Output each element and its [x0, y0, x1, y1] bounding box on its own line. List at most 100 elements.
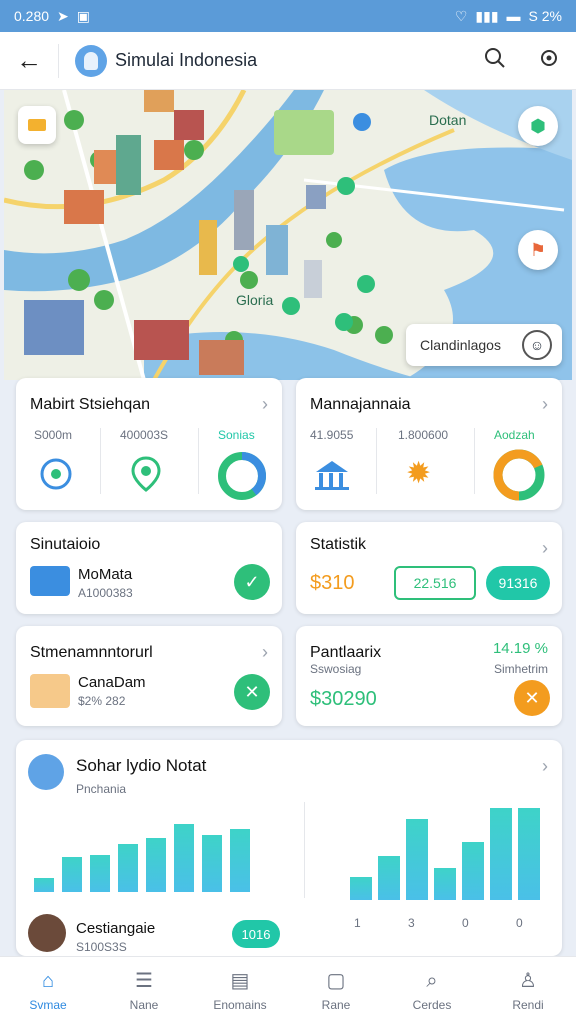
card-pantlaarix[interactable]: Pantlaarix 14.19 % Sswosiag Simhetrim $3…: [296, 626, 562, 726]
nav-item-profile[interactable]: ♙ Rendi: [480, 957, 576, 1024]
nav-item-home[interactable]: ⌂ Svmae: [0, 957, 96, 1024]
nav-item-search[interactable]: ⌕ Cerdes: [384, 957, 480, 1024]
check-icon: ✓: [244, 571, 260, 592]
search-button[interactable]: [468, 47, 522, 75]
nav-label: Enomains: [213, 997, 267, 1012]
card-title: Stmenamnntorurl: [30, 644, 153, 661]
card-title: Sinutaioio: [30, 536, 101, 553]
shield-icon: ♡: [454, 7, 468, 24]
chart-bar: [146, 838, 166, 892]
wallet-icon: [30, 566, 70, 596]
search-icon: ⌕: [426, 969, 438, 992]
map-view[interactable]: Dotan Gloria ⬢ ⚑ Clandinlagos ☺: [4, 90, 572, 380]
app-bar: ← Simulai Indonesia: [0, 32, 576, 90]
stat-value: S000m: [34, 428, 73, 442]
chart-bar: [62, 857, 82, 892]
chart-bar: [90, 855, 110, 892]
app-avatar: [75, 44, 107, 77]
target-icon: [40, 458, 72, 490]
profile-badge[interactable]: 1016: [232, 920, 280, 948]
status-battery: S 2%: [528, 8, 562, 24]
map-marker-button[interactable]: ⚑: [518, 230, 558, 270]
divider: [474, 428, 475, 494]
item-title: MoMata: [78, 566, 133, 583]
percent-value: 14.19 %: [492, 640, 548, 657]
card-sohar[interactable]: Sohar lydio Notat Pnchania › 1 3 0 0 Cestia…: [16, 740, 562, 956]
x-tick-label: 0: [462, 916, 469, 930]
nav-label: Cerdes: [412, 997, 452, 1012]
nav-label: Rendi: [512, 997, 544, 1012]
divider: [304, 802, 305, 898]
money-value: $30290: [310, 688, 377, 710]
card-mannajannaia[interactable]: Mannajannaia › 41.9055 1.800600 Aodzah ✹: [296, 378, 562, 510]
settings-button[interactable]: [522, 47, 576, 75]
send-icon: ➤: [57, 7, 69, 24]
chart-bar: [174, 824, 194, 892]
divider: [100, 428, 101, 494]
close-button[interactable]: ✕: [514, 680, 550, 716]
location-icon: [131, 456, 161, 492]
chevron-right-icon: ›: [262, 394, 268, 414]
card-title: Statistik: [310, 536, 367, 553]
signal-icon: ▮▮▮: [475, 7, 499, 24]
chevron-right-icon: ›: [542, 538, 548, 558]
chart-bar: [518, 808, 540, 900]
profile-name: Cestiangaie: [76, 920, 156, 937]
item-sub: A1000383: [78, 586, 133, 600]
stat-value: 41.9055: [310, 428, 354, 442]
search-icon: [485, 47, 505, 68]
person-icon: [84, 51, 98, 70]
card-statistik[interactable]: Statistik › $310 22.516 91316: [296, 522, 562, 614]
chart-bar: [230, 829, 250, 892]
status-bar: 0.280 ➤ ▣ ♡ ▮▮▮ ▬ S 2%: [0, 0, 576, 32]
card-title: Pantlaarix: [310, 644, 382, 661]
map-location-chip[interactable]: Clandinlagos ☺: [406, 324, 562, 366]
house-icon: [30, 674, 70, 708]
chart-bar: [118, 844, 138, 892]
card-title: Sohar lydio Notat: [76, 756, 207, 775]
face-icon: ☺: [522, 330, 552, 360]
card-title: Mabirt Stsiehqan: [30, 396, 151, 413]
chart-bar: [202, 835, 222, 892]
card-title: Mannajannaia: [310, 396, 411, 413]
gear-icon: [541, 49, 557, 66]
card-icon: [28, 119, 46, 131]
stat-value-left: $310: [310, 572, 355, 594]
map-locate-button[interactable]: ⬢: [518, 106, 558, 146]
stat-value-right[interactable]: 91316: [486, 566, 550, 600]
nav-label: Svmae: [29, 997, 67, 1012]
nav-label: Rane: [321, 997, 351, 1012]
map-label-gloria: Gloria: [236, 292, 274, 308]
stat-value: 1.800600: [398, 428, 449, 442]
divider: [58, 43, 59, 78]
chart-bar: [378, 856, 400, 900]
profile-avatar: [28, 914, 66, 952]
chart-bar: [406, 819, 428, 900]
nav-item-notifications[interactable]: ▢ Rane: [288, 957, 384, 1024]
x-tick-label: 1: [354, 916, 361, 930]
card-mabirt[interactable]: Mabirt Stsiehqan › S000m 400003S Sonias: [16, 378, 282, 510]
chart-bar: [350, 877, 372, 900]
stat-value: Sonias: [218, 428, 255, 442]
building-icon: [315, 461, 349, 490]
card-sinutaioio[interactable]: Sinutaioio MoMata A1000383 ✓: [16, 522, 282, 614]
sub-right: Simhetrim: [493, 662, 548, 676]
check-button[interactable]: ✓: [234, 564, 270, 600]
card-stmenamnntorurl[interactable]: Stmenamnntorurl › CanaDam $2% 282 ✕: [16, 626, 282, 726]
close-icon: ✕: [524, 687, 540, 708]
map-chip-label: Clandinlagos: [420, 337, 501, 353]
app-icon: ▣: [76, 7, 91, 24]
map-layer-button[interactable]: [18, 106, 56, 144]
nav-item-menu[interactable]: ☰ Nane: [96, 957, 192, 1024]
chevron-right-icon: ›: [542, 756, 548, 776]
x-tick-label: 0: [516, 916, 523, 930]
page-title: Simulai Indonesia: [115, 50, 258, 70]
nav-item-layers[interactable]: ▤ Enomains: [192, 957, 288, 1024]
stat-value: 400003S: [120, 428, 169, 442]
profile-icon: ♙: [519, 969, 537, 992]
sun-icon: ✹: [406, 457, 432, 490]
chart-bar: [490, 808, 512, 900]
expand-button[interactable]: ✕: [234, 674, 270, 710]
menu-icon: ☰: [135, 969, 153, 992]
back-button[interactable]: ←: [0, 45, 58, 76]
